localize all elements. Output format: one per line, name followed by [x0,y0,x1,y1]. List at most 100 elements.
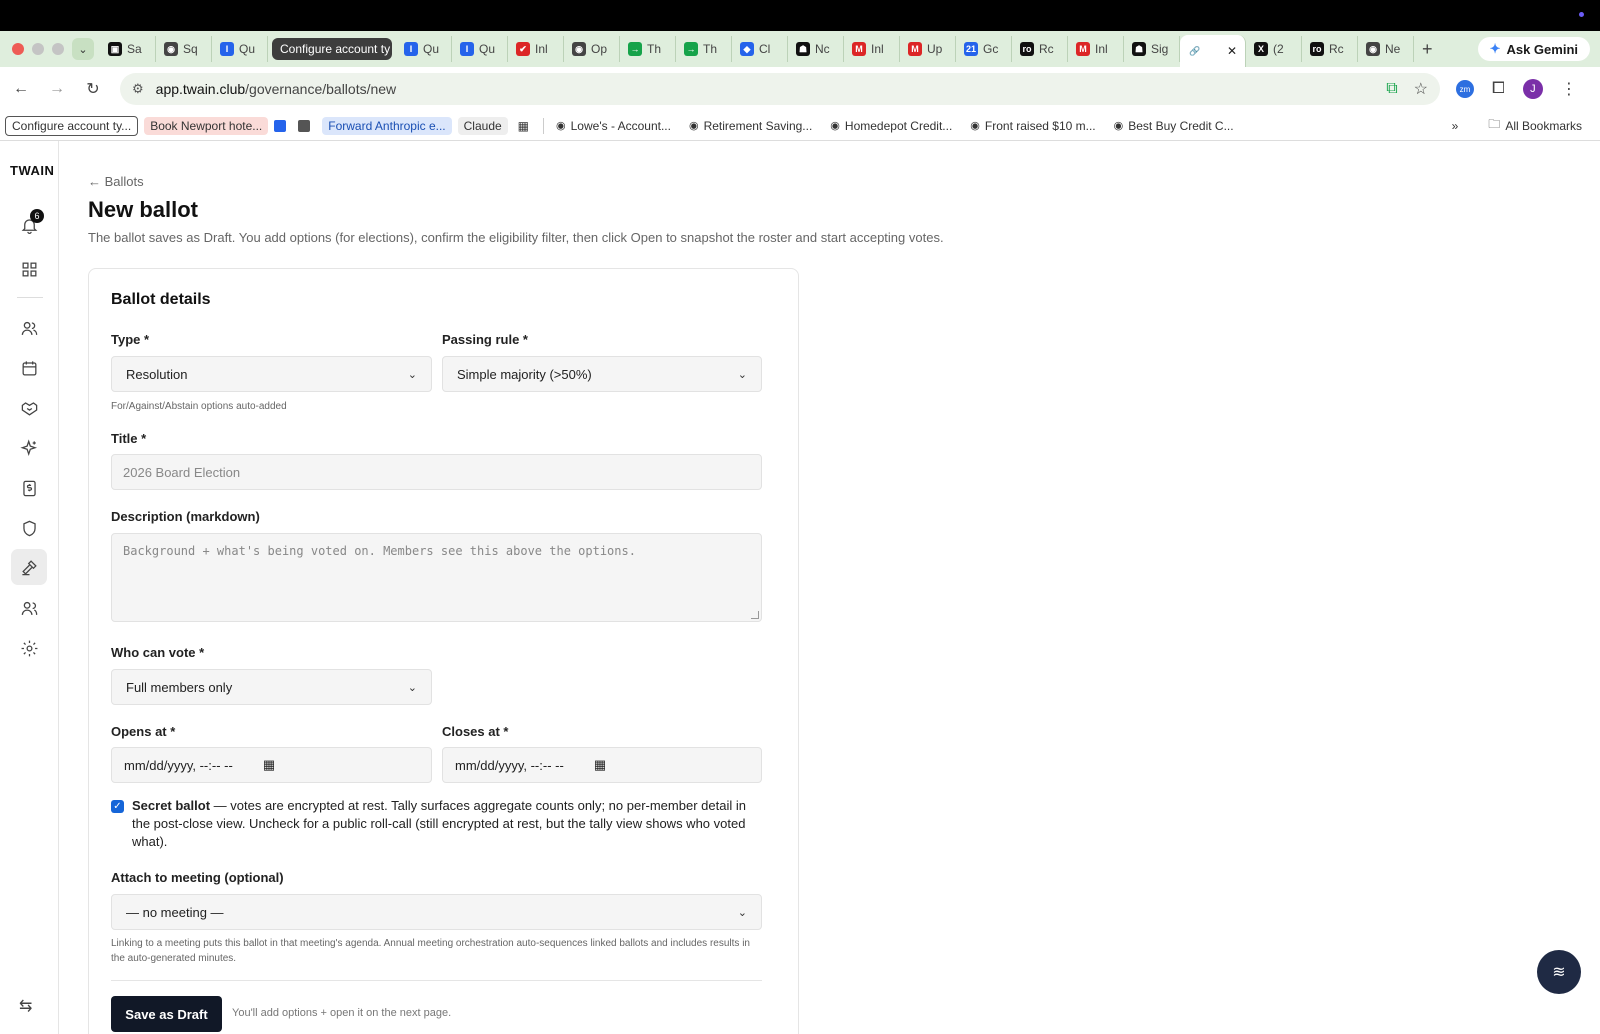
browser-tab[interactable]: → Th [676,36,732,62]
all-bookmarks-folder[interactable]: 🗀 All Bookmarks [1482,113,1588,138]
forward-arrow-icon[interactable]: → [42,80,72,98]
browser-tab[interactable]: ro Rc [1302,36,1358,62]
who-can-vote-select[interactable]: Full members only ⌄ [111,669,432,705]
back-to-ballots-link[interactable]: ← Ballots [88,174,144,189]
browser-tab[interactable]: 21 Gc [956,36,1012,62]
bookmarks-bar: Configure account ty... Book Newport hote… [0,111,1600,141]
bookmark-item[interactable]: ◉ Best Buy Credit C... [1108,117,1240,135]
governance-gavel-icon[interactable] [11,549,47,585]
calendar-picker-icon[interactable]: ▦ [594,757,606,773]
browser-tab[interactable]: ▣ Sa [100,36,156,62]
browser-tab[interactable]: ◆ Cl [732,36,788,62]
tab-title: Rc [1329,42,1344,56]
tab-title: Inl [535,42,548,56]
meeting-select[interactable]: — no meeting — ⌄ [111,894,762,930]
browser-tab[interactable]: ✔ Inl [508,36,564,62]
new-tab-plus-icon[interactable]: + [1422,39,1433,60]
browser-tab[interactable]: → Th [620,36,676,62]
meeting-select-value: — no meeting — [126,904,224,920]
zoom-extension-icon[interactable]: zm [1456,80,1474,98]
minimize-window-button[interactable] [32,43,44,55]
tab-search-chevron-icon[interactable]: ⌄ [72,38,94,60]
chat-logo-icon: ≋ [1552,964,1566,981]
secret-ballot-checkbox[interactable]: ✓ [111,800,124,813]
chevron-down-icon: ⌄ [407,681,417,694]
passing-rule-select[interactable]: Simple majority (>50%) ⌄ [442,356,762,392]
notifications-bell-icon[interactable]: 6 [17,209,44,237]
browser-tab[interactable]: I Qu [212,36,268,62]
tab-favicon-icon: ◉ [1366,42,1380,56]
chevron-down-icon: ⌄ [737,906,747,919]
ask-gemini-button[interactable]: ✦ Ask Gemini [1477,37,1590,61]
address-bar[interactable]: ⚙ app.twain.club/governance/ballots/new … [120,73,1440,105]
browser-tab[interactable]: ◉ Sq [156,36,212,62]
browser-tab[interactable]: ◉ Op [564,36,620,62]
maximize-window-button[interactable] [52,43,64,55]
install-app-icon[interactable]: ⧉ [1386,80,1397,98]
back-arrow-icon[interactable]: ← [6,80,36,98]
bookmark-square-icon[interactable] [274,119,287,132]
dashboard-icon[interactable] [17,257,41,281]
gemini-sparkle-icon: ✦ [1489,41,1501,56]
tab-favicon-icon: M [908,42,922,56]
browser-tab[interactable]: ☗ Nc [788,36,844,62]
browser-tab[interactable]: M Up [900,36,956,62]
bookmark-item[interactable]: Book Newport hote... [144,116,269,135]
bookmark-square-icon[interactable] [298,119,311,132]
settings-gear-icon[interactable] [17,636,41,660]
users-icon[interactable] [17,596,41,620]
chat-support-button[interactable]: ≋ [1537,950,1581,994]
browser-tab[interactable]: M Inl [844,36,900,62]
extensions-puzzle-icon[interactable]: ⧠ [1492,80,1505,98]
shield-icon[interactable] [17,516,41,540]
bookmark-star-icon[interactable]: ☆ [1414,79,1428,99]
browser-tab[interactable]: I Qu [452,36,508,62]
type-select[interactable]: Resolution ⌄ [111,356,432,392]
bookmark-item[interactable]: Claude [457,116,508,135]
title-input[interactable]: 2026 Board Election [111,454,762,490]
bookmark-item[interactable]: ◉ Front raised $10 m... [964,117,1101,135]
tab-title: Th [703,42,718,56]
bookmark-label: Front raised $10 m... [984,118,1096,133]
browser-tab[interactable]: I Qu [396,36,452,62]
calendar-picker-icon[interactable]: ▦ [263,757,275,773]
browser-tab[interactable]: Configure account ty [272,38,392,60]
site-settings-icon[interactable]: ⚙ [132,81,144,97]
calendar-icon[interactable] [17,356,41,380]
members-icon[interactable] [17,316,41,340]
resize-grip-icon[interactable] [751,611,759,619]
bookmark-favicon-icon: ◉ [970,120,980,132]
billing-dollar-icon[interactable] [17,476,41,500]
apps-grid-icon[interactable]: ▦ [518,119,529,133]
save-as-draft-button[interactable]: Save as Draft [111,996,222,1032]
title-label: Title * [111,431,147,446]
bookmark-item[interactable]: ◉ Lowe's - Account... [550,117,677,135]
profile-avatar[interactable]: J [1522,79,1543,99]
more-bookmarks-icon[interactable]: » [1452,119,1459,133]
sparkle-icon[interactable] [17,436,41,460]
bookmark-item[interactable]: Forward Anthropic e... [322,116,452,135]
browser-tab[interactable]: M Inl [1068,36,1124,62]
handshake-icon[interactable] [17,396,41,420]
browser-menu-icon[interactable]: ⋮ [1561,79,1577,99]
browser-tab[interactable]: ☗ Sig [1124,36,1180,62]
browser-tab-active[interactable]: 🔗 ✕ [1180,35,1246,67]
secret-ballot-description: Secret ballot — votes are encrypted at r… [132,797,762,851]
closes-at-input[interactable]: mm/dd/yyyy, --:-- -- ▦ [442,747,762,783]
collapse-sidebar-icon[interactable]: ⇆ [19,996,32,1016]
browser-tab[interactable]: ◉ Ne [1358,36,1414,62]
bookmark-item[interactable]: Configure account ty... [5,115,139,136]
tab-favicon-icon: X [1254,42,1268,56]
browser-tab[interactable]: X (2 [1246,36,1302,62]
description-textarea[interactable]: Background + what's being voted on. Memb… [111,533,762,622]
close-window-button[interactable] [12,43,24,55]
bookmark-item[interactable]: ◉ Retirement Saving... [683,117,818,135]
bookmark-label: Claude [463,118,502,133]
bookmark-favicon-icon: ◉ [556,120,566,132]
bookmark-item[interactable]: ◉ Homedepot Credit... [824,117,958,135]
opens-at-input[interactable]: mm/dd/yyyy, --:-- -- ▦ [111,747,432,783]
browser-tab[interactable]: ro Rc [1012,36,1068,62]
close-tab-icon[interactable]: ✕ [1227,44,1237,58]
reload-icon[interactable]: ↻ [78,79,108,99]
tab-title: Rc [1039,42,1054,56]
